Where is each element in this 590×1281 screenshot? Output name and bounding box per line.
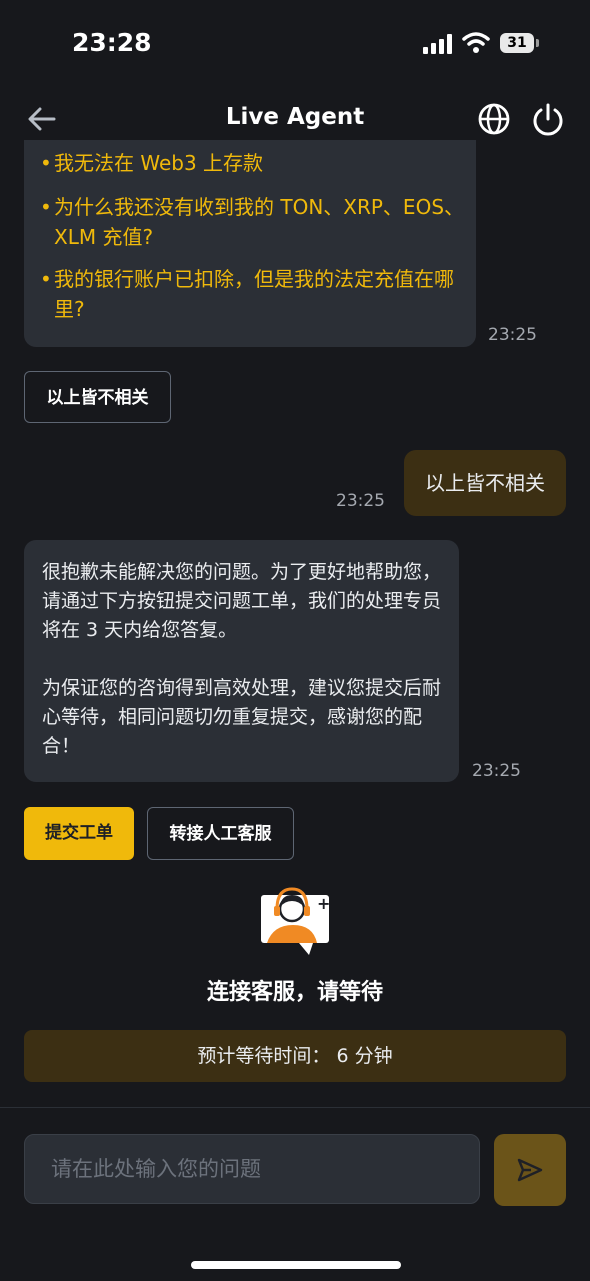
faq-item-label: 我的银行账户已扣除，但是我的法定充值在哪里? (54, 267, 454, 321)
status-time: 23:28 (72, 28, 152, 57)
send-button[interactable] (494, 1134, 566, 1206)
submit-ticket-button[interactable]: 提交工单 (24, 807, 134, 860)
globe-icon[interactable] (477, 102, 511, 136)
composer-bar: 请在此处输入您的问题 (0, 1107, 590, 1281)
message-timestamp: 23:25 (488, 325, 537, 345)
agent-headset-icon: + (261, 887, 330, 955)
message-input[interactable]: 请在此处输入您的问题 (24, 1134, 480, 1204)
message-timestamp: 23:25 (472, 761, 521, 781)
waiting-title: 连接客服，请等待 (206, 980, 383, 1005)
send-icon (517, 1158, 543, 1182)
faq-item-label: 为什么我还没有收到我的 TON、XRP、EOS、XLM 充值? (54, 195, 465, 249)
none-relevant-button[interactable]: 以上皆不相关 (24, 371, 171, 423)
faq-suggestion-bubble: • 我无法在 Web3 上存款 • 为什么我还没有收到我的 TON、XRP、EO… (24, 140, 476, 347)
status-bar: 23:28 31 (0, 0, 590, 90)
svg-text:+: + (317, 894, 330, 913)
battery-indicator: 31 (500, 33, 540, 53)
faq-item-label: 我无法在 Web3 上存款 (54, 151, 264, 175)
cellular-signal-icon (423, 34, 452, 54)
transfer-agent-button[interactable]: 转接人工客服 (147, 807, 294, 860)
message-timestamp: 23:25 (336, 491, 385, 511)
agent-message-paragraph: 为保证您的咨询得到高效处理，建议您提交后耐心等待，相同问题切勿重复提交，感谢您的… (42, 677, 442, 757)
estimated-wait-banner: 预计等待时间： 6 分钟 (24, 1030, 566, 1082)
power-icon[interactable] (531, 102, 565, 136)
home-indicator (191, 1261, 401, 1269)
battery-level: 31 (500, 33, 534, 53)
wifi-icon (462, 32, 490, 53)
agent-message-paragraph: 很抱歉未能解决您的问题。为了更好地帮助您，请通过下方按钮提交问题工单，我们的处理… (42, 561, 442, 641)
battery-tip (536, 39, 539, 47)
agent-message-bubble: 很抱歉未能解决您的问题。为了更好地帮助您，请通过下方按钮提交问题工单，我们的处理… (24, 540, 459, 782)
user-message-bubble: 以上皆不相关 (404, 450, 566, 516)
